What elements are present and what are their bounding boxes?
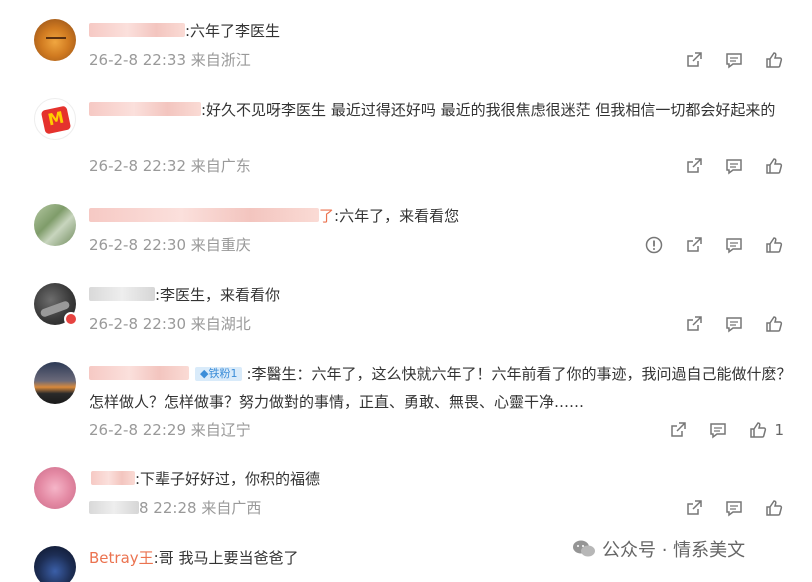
fan-badge[interactable]: ◆铁粉1: [195, 367, 243, 381]
comment-icon[interactable]: [724, 314, 744, 334]
username-redacted[interactable]: [89, 208, 319, 222]
username-redacted[interactable]: [89, 23, 185, 37]
comment-actions: [684, 314, 784, 334]
username[interactable]: Betray王: [89, 549, 154, 567]
report-icon[interactable]: [644, 235, 664, 255]
comment-meta: [89, 576, 249, 582]
share-icon[interactable]: [684, 156, 704, 176]
comment-location: 来自辽宁: [190, 421, 251, 439]
verified-badge: [64, 312, 78, 326]
fan-badge-label: 铁粉1: [208, 367, 238, 380]
comment-icon[interactable]: [708, 420, 728, 440]
comment-text: :哥 我马上要当爸爸了: [153, 549, 299, 567]
comment-text-line: :下辈子好好过，你积的福德: [89, 465, 792, 493]
comment-time: 26-2-8 22:29: [89, 421, 186, 439]
comment-location: 来自广西: [201, 499, 262, 517]
comment-text-line: :六年了李医生: [89, 17, 792, 45]
like-icon[interactable]: [764, 156, 784, 176]
comment-actions: [684, 156, 784, 176]
comment-text-line: 了:六年了，来看看您: [89, 202, 792, 230]
like-icon[interactable]: [764, 235, 784, 255]
comment-text: :李医生，来看看你: [155, 286, 281, 304]
comment-icon[interactable]: [724, 498, 744, 518]
comment-actions: 1: [668, 420, 784, 440]
comment-time: 26-2-8 22:30: [89, 315, 186, 333]
time-redacted: [89, 501, 139, 514]
share-icon[interactable]: [684, 50, 704, 70]
like-count: 1: [774, 421, 784, 439]
like-icon[interactable]: [764, 314, 784, 334]
wechat-icon: [572, 539, 596, 559]
comment-meta: 8 22:28 来自广西: [89, 498, 261, 518]
comment-text-line: :李医生，来看看你: [89, 281, 792, 309]
comment-actions: [644, 235, 784, 255]
comment-icon[interactable]: [724, 156, 744, 176]
comment-meta: 26-2-8 22:33 来自浙江: [89, 50, 251, 70]
avatar[interactable]: M: [34, 98, 76, 140]
avatar[interactable]: [34, 546, 76, 582]
share-icon[interactable]: [684, 314, 704, 334]
comment-time: 26-2-8 22:30: [89, 236, 186, 254]
comment-location: 来自广东: [190, 157, 251, 175]
watermark: 公众号 · 情系美文: [572, 536, 745, 562]
avatar[interactable]: [34, 467, 76, 509]
comment-location: 来自湖北: [190, 315, 251, 333]
share-icon[interactable]: [684, 498, 704, 518]
username-redacted[interactable]: [89, 287, 155, 301]
comment-location: 来自重庆: [190, 236, 251, 254]
avatar[interactable]: [34, 19, 76, 61]
comment-meta: 26-2-8 22:30 来自重庆: [89, 235, 251, 255]
comment-location: 来自浙江: [190, 51, 251, 69]
avatar[interactable]: [34, 204, 76, 246]
comment-icon[interactable]: [724, 50, 744, 70]
like-icon[interactable]: [748, 420, 768, 440]
comment-time: 8 22:28: [139, 499, 197, 517]
username-redacted[interactable]: [91, 471, 135, 485]
comment-text-line: :好久不见呀李医生 最近过得还好吗 最近的我很焦虑很迷茫 但我相信一切都会好起来…: [89, 96, 792, 124]
comment-meta: 26-2-8 22:32 来自广东: [89, 156, 251, 176]
avatar[interactable]: [34, 362, 76, 404]
comment-actions: [684, 498, 784, 518]
like-icon[interactable]: [764, 498, 784, 518]
comment-text: :六年了，来看看您: [334, 207, 460, 225]
comment-time: 26-2-8 22:33: [89, 51, 186, 69]
comment-text: :好久不见呀李医生 最近过得还好吗 最近的我很焦虑很迷茫 但我相信一切都会好起来…: [201, 101, 776, 119]
like-icon[interactable]: [764, 50, 784, 70]
share-icon[interactable]: [668, 420, 688, 440]
comment-time: 26-2-8 22:32: [89, 157, 186, 175]
comment-actions: [684, 50, 784, 70]
username-redacted[interactable]: [89, 366, 189, 380]
comment-text: :六年了李医生: [185, 22, 281, 40]
watermark-text: 公众号 · 情系美文: [602, 540, 746, 561]
comment-meta: 26-2-8 22:30 来自湖北: [89, 314, 251, 334]
comment-text: :下辈子好好过，你积的福德: [135, 470, 321, 488]
username-tail[interactable]: 了: [319, 207, 334, 225]
username-redacted[interactable]: [89, 102, 201, 116]
comment-meta: 26-2-8 22:29 来自辽宁: [89, 420, 251, 440]
share-icon[interactable]: [684, 235, 704, 255]
comment-text-line: ◆铁粉1:李醫生：六年了，这么快就六年了！六年前看了你的事迹，我问過自己能做什麽…: [89, 360, 792, 416]
comment-icon[interactable]: [724, 235, 744, 255]
